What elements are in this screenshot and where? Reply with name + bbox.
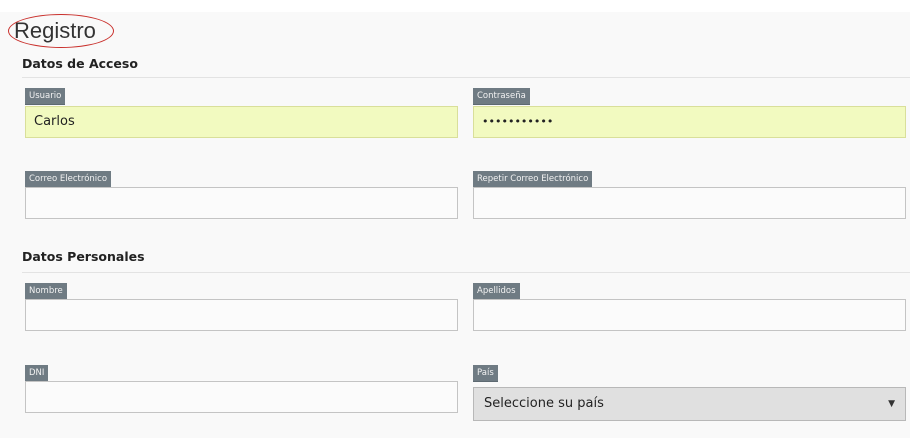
repeat-email-input[interactable] [473, 187, 906, 219]
apellidos-input[interactable] [473, 299, 906, 331]
country-select[interactable]: Seleccione su país ▼ [473, 387, 906, 421]
usuario-label: Usuario [25, 88, 66, 105]
section-divider [22, 77, 910, 78]
country-select-value: Seleccione su país [484, 396, 604, 411]
pais-label: País [473, 365, 498, 382]
section-title-personal: Datos Personales [22, 249, 145, 264]
title-highlight-circle [8, 14, 114, 48]
nombre-input[interactable] [25, 299, 458, 331]
password-input[interactable]: ••••••••••• [473, 106, 906, 138]
chevron-down-icon: ▼ [888, 399, 895, 409]
email-input[interactable] [25, 187, 458, 219]
nombre-label: Nombre [25, 283, 67, 300]
top-bar [0, 0, 910, 12]
usuario-input[interactable]: Carlos [25, 106, 458, 138]
contrasena-label: Contraseña [473, 88, 530, 105]
apellidos-label: Apellidos [473, 283, 520, 300]
section-title-access: Datos de Acceso [22, 56, 138, 71]
correo-label: Correo Electrónico [25, 171, 112, 188]
dni-input[interactable] [25, 381, 458, 413]
section-divider [22, 272, 910, 273]
repetir-correo-label: Repetir Correo Electrónico [473, 171, 593, 188]
dni-label: DNI [25, 365, 49, 382]
